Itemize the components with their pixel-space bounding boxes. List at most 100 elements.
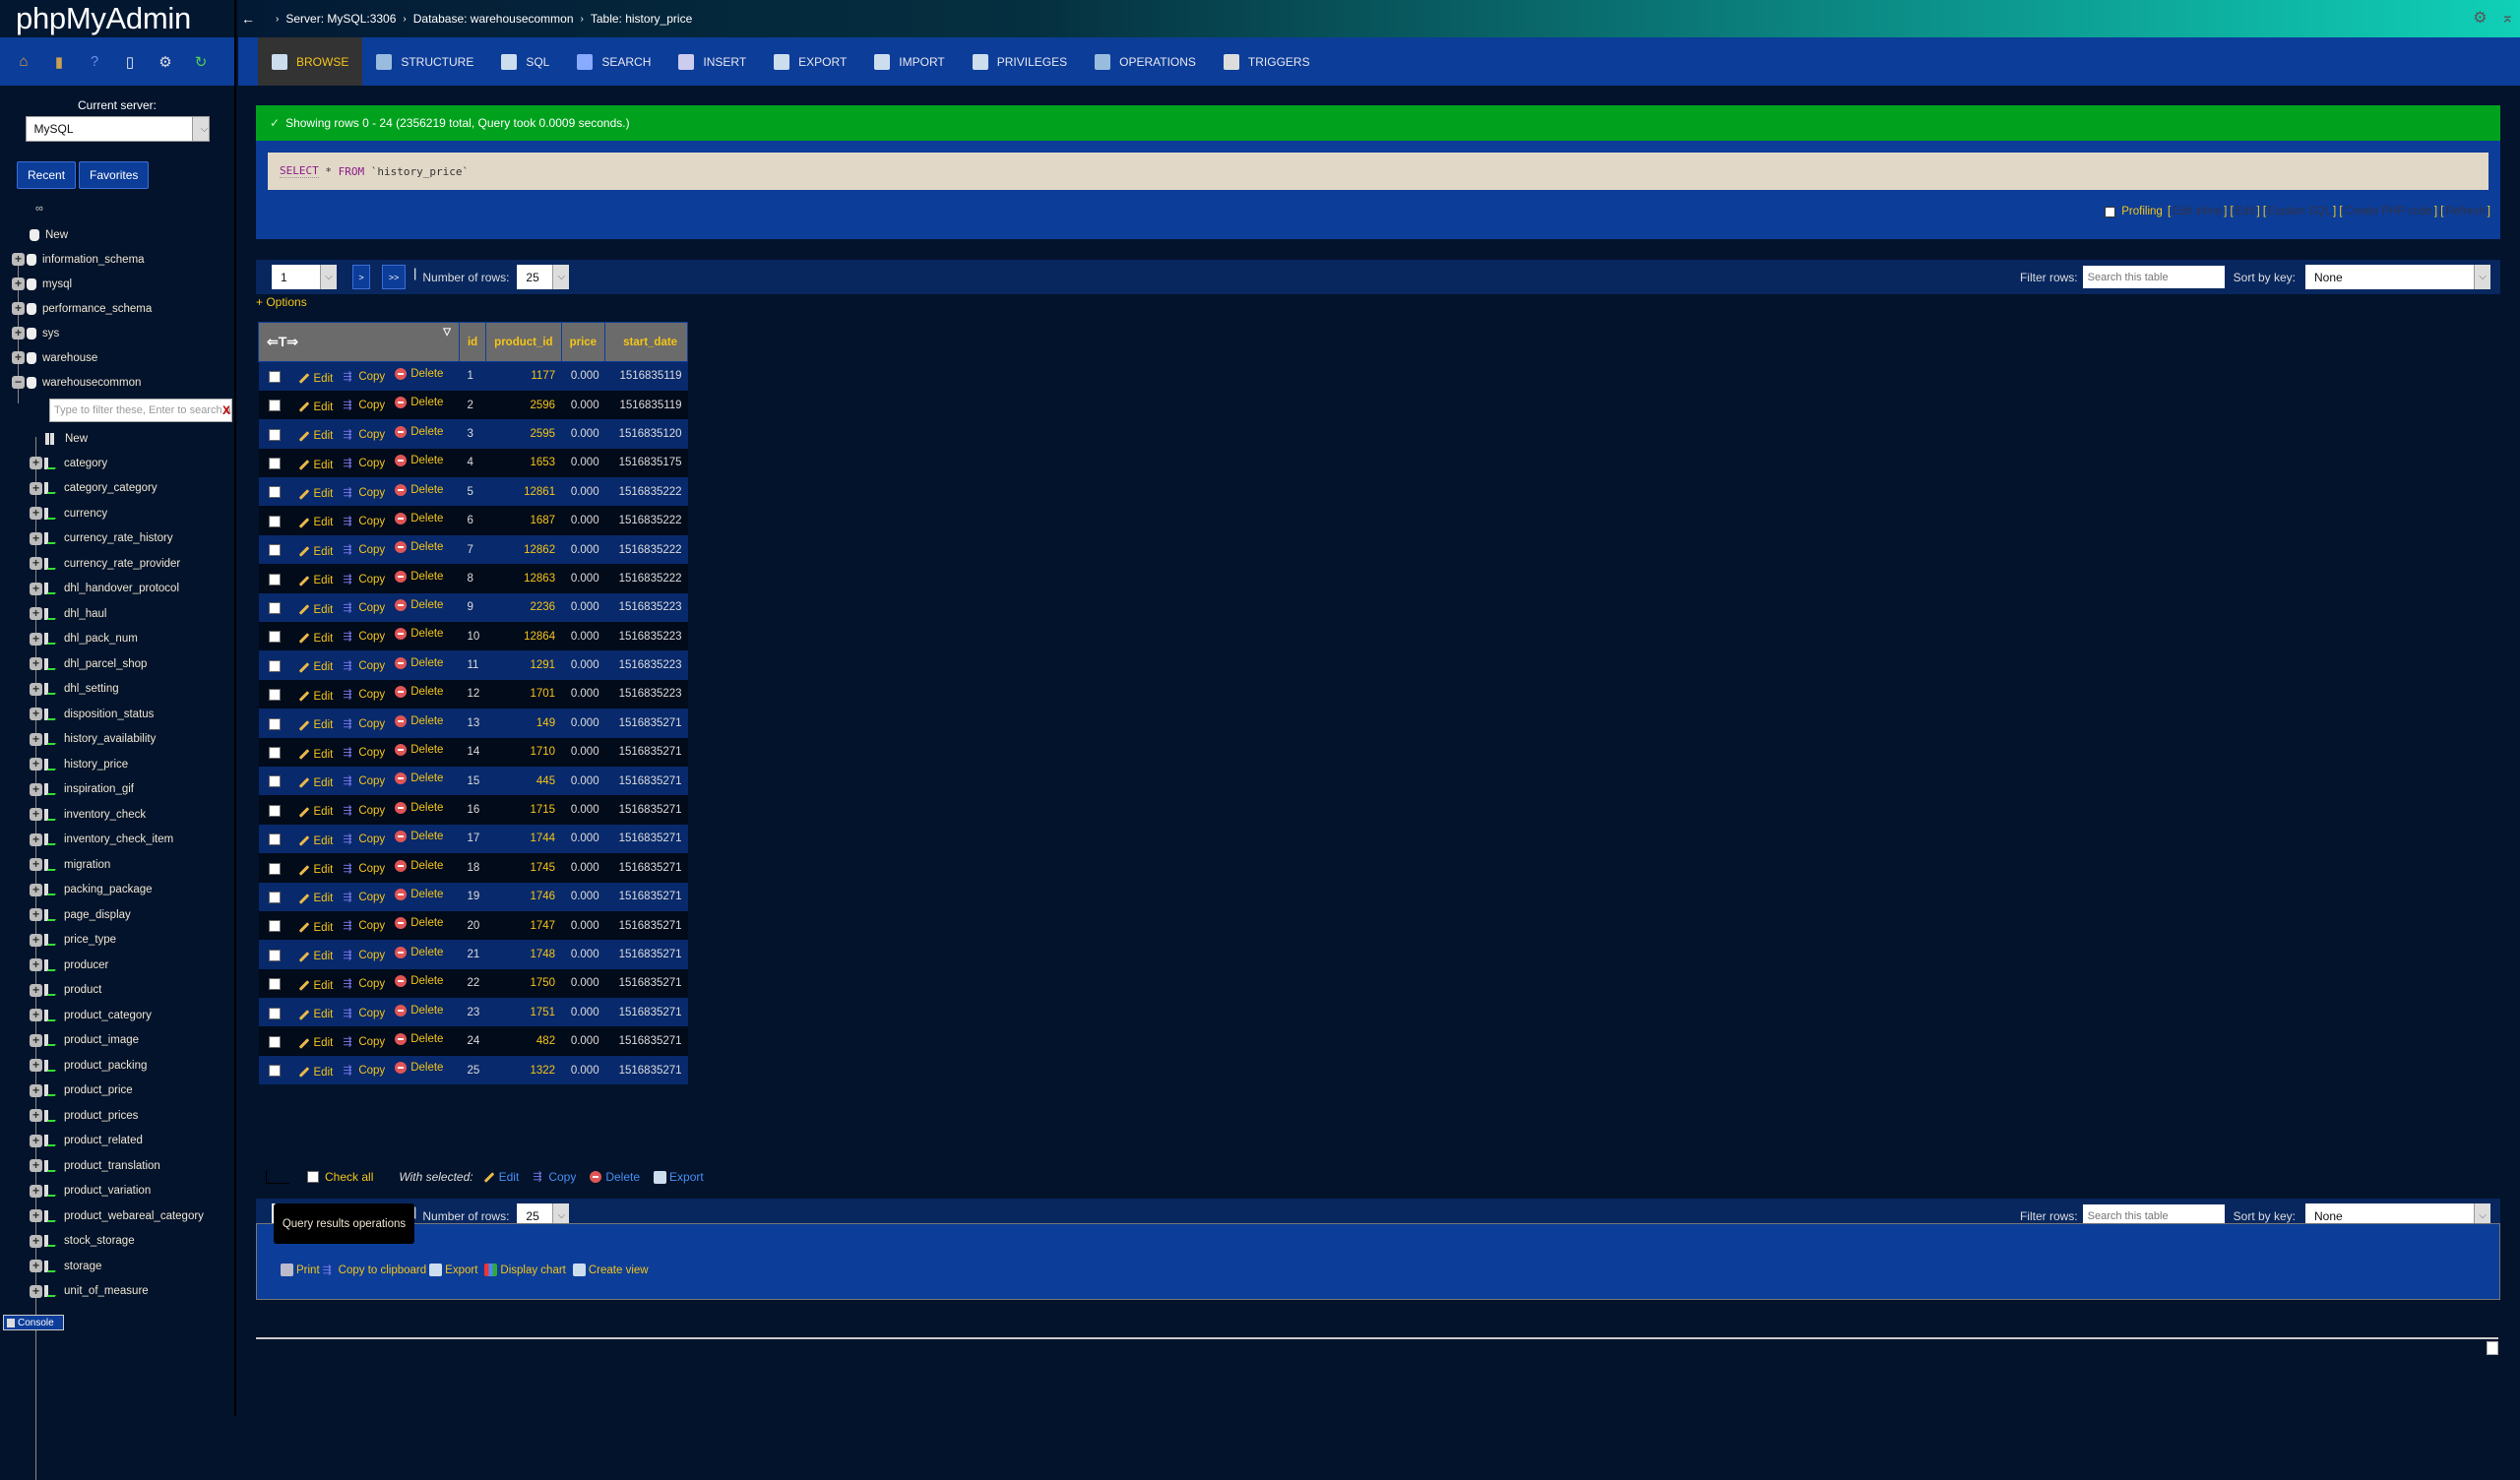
clear-filter-icon[interactable]: X xyxy=(222,403,230,417)
copy-row-button[interactable]: ⇶ Copy xyxy=(343,1065,385,1077)
copy-row-button[interactable]: ⇶ Copy xyxy=(343,487,385,499)
delete-row-button[interactable]: Delete xyxy=(395,512,443,524)
table-node[interactable]: + product_image xyxy=(0,1028,234,1054)
column-header-price[interactable]: price xyxy=(560,322,606,362)
cell-start-date[interactable]: 1516835119 xyxy=(604,390,688,420)
expand-icon[interactable]: + xyxy=(30,582,42,595)
cell-id[interactable]: 8 xyxy=(459,564,486,593)
tab-export[interactable]: EXPORT xyxy=(760,37,860,86)
cell-id[interactable]: 1 xyxy=(459,361,486,391)
edit-row-button[interactable]: Edit xyxy=(298,749,333,761)
copy-row-button[interactable]: ⇶ Copy xyxy=(343,978,385,990)
table-node[interactable]: + dhl_pack_num xyxy=(0,627,234,652)
docs-icon[interactable]: ▯ xyxy=(120,52,140,72)
cell-price[interactable]: 0.000 xyxy=(561,477,605,507)
delete-row-button[interactable]: Delete xyxy=(395,628,443,641)
cell-product-id[interactable]: 12863 xyxy=(485,564,562,593)
row-checkbox[interactable] xyxy=(268,400,281,412)
cell-price[interactable]: 0.000 xyxy=(561,650,605,680)
back-arrow-icon[interactable]: ← xyxy=(241,11,255,27)
table-link[interactable]: storage xyxy=(64,1261,101,1272)
cell-product-id[interactable]: 1177 xyxy=(485,361,562,391)
cell-id[interactable]: 16 xyxy=(459,795,486,825)
table-filter-input[interactable]: Type to filter these, Enter to search a … xyxy=(49,399,232,422)
cell-start-date[interactable]: 1516835271 xyxy=(604,1055,688,1085)
expand-icon[interactable]: + xyxy=(30,457,42,470)
database-node[interactable]: + information_schema xyxy=(0,247,234,272)
delete-row-button[interactable]: Delete xyxy=(395,368,443,381)
cell-price[interactable]: 0.000 xyxy=(561,910,605,941)
delete-row-button[interactable]: Delete xyxy=(395,541,443,554)
check-all-checkbox[interactable] xyxy=(307,1171,319,1183)
table-link[interactable]: product_category xyxy=(64,1010,152,1021)
settings-icon[interactable]: ⚙ xyxy=(156,52,175,72)
row-checkbox[interactable] xyxy=(268,1035,281,1048)
table-node[interactable]: + dhl_setting xyxy=(0,677,234,703)
cell-product-id[interactable]: 1748 xyxy=(485,940,562,969)
database-link[interactable]: information_schema xyxy=(42,254,145,266)
database-link[interactable]: sys xyxy=(42,328,59,339)
copy-row-button[interactable]: ⇶ Copy xyxy=(343,775,385,787)
cell-id[interactable]: 13 xyxy=(459,709,486,738)
tab-structure[interactable]: STRUCTURE xyxy=(362,37,487,86)
cell-id[interactable]: 2 xyxy=(459,390,486,420)
copy-row-button[interactable]: ⇶ Copy xyxy=(343,920,385,932)
row-checkbox[interactable] xyxy=(268,573,281,586)
table-node[interactable]: + currency_rate_provider xyxy=(0,551,234,577)
table-link[interactable]: product_image xyxy=(64,1034,139,1046)
delete-row-button[interactable]: Delete xyxy=(395,570,443,583)
column-header-product-id[interactable]: product_id xyxy=(485,322,562,362)
edit-row-button[interactable]: Edit xyxy=(298,893,333,904)
cell-id[interactable]: 15 xyxy=(459,766,486,796)
cell-product-id[interactable]: 2595 xyxy=(485,419,562,449)
table-node[interactable]: + history_price xyxy=(0,752,234,777)
row-checkbox[interactable] xyxy=(268,978,281,991)
reload-icon[interactable]: ↻ xyxy=(191,52,211,72)
expand-icon[interactable]: + xyxy=(30,1209,42,1223)
edit-row-button[interactable]: Edit xyxy=(298,633,333,645)
expand-icon[interactable]: + xyxy=(12,351,25,364)
table-node[interactable]: + product_packing xyxy=(0,1053,234,1079)
table-node[interactable]: + product xyxy=(0,978,234,1004)
expand-icon[interactable]: + xyxy=(30,858,42,872)
cell-product-id[interactable]: 1745 xyxy=(485,853,562,883)
table-link[interactable]: inventory_check xyxy=(64,809,146,821)
expand-icon[interactable]: + xyxy=(30,1184,42,1198)
table-node[interactable]: + page_display xyxy=(0,902,234,928)
cell-price[interactable]: 0.000 xyxy=(561,795,605,825)
database-link[interactable]: mysql xyxy=(42,278,72,290)
copy-row-button[interactable]: ⇶ Copy xyxy=(343,602,385,614)
cell-product-id[interactable]: 1747 xyxy=(485,910,562,941)
column-visibility-dropdown-icon[interactable]: ▽ xyxy=(443,327,451,338)
edit-query-link[interactable]: Edit xyxy=(2236,206,2255,217)
cell-id[interactable]: 18 xyxy=(459,853,486,883)
console-toggle-button[interactable]: Console xyxy=(3,1315,64,1330)
copy-row-button[interactable]: ⇶ Copy xyxy=(343,429,385,441)
copy-row-button[interactable]: ⇶ Copy xyxy=(343,833,385,845)
cell-start-date[interactable]: 1516835223 xyxy=(604,679,688,709)
cell-id[interactable]: 17 xyxy=(459,824,486,854)
table-node[interactable]: + product_price xyxy=(0,1079,234,1104)
database-node[interactable]: − warehousecommon xyxy=(0,370,234,395)
table-node[interactable]: + currency_rate_history xyxy=(0,526,234,552)
cell-product-id[interactable]: 1322 xyxy=(485,1055,562,1085)
expand-icon[interactable]: + xyxy=(30,1109,42,1123)
cell-id[interactable]: 5 xyxy=(459,477,486,507)
display-chart-link[interactable]: Display chart xyxy=(484,1264,566,1276)
delete-row-button[interactable]: Delete xyxy=(395,975,443,988)
edit-row-button[interactable]: Edit xyxy=(298,604,333,616)
table-node[interactable]: + unit_of_measure xyxy=(0,1279,234,1305)
edit-row-button[interactable]: Edit xyxy=(298,922,333,934)
expand-icon[interactable]: + xyxy=(30,531,42,545)
table-link[interactable]: currency xyxy=(64,508,107,520)
cell-price[interactable]: 0.000 xyxy=(561,998,605,1027)
explain-sql-link[interactable]: Explain SQL xyxy=(2268,206,2331,217)
expand-icon[interactable]: + xyxy=(30,808,42,822)
delete-row-button[interactable]: Delete xyxy=(395,397,443,409)
cell-product-id[interactable]: 1710 xyxy=(485,737,562,767)
print-link[interactable]: Print xyxy=(281,1264,320,1276)
database-node[interactable]: + sys xyxy=(0,321,234,345)
cell-product-id[interactable]: 2596 xyxy=(485,390,562,420)
delete-row-button[interactable]: Delete xyxy=(395,888,443,900)
cell-start-date[interactable]: 1516835271 xyxy=(604,910,688,941)
